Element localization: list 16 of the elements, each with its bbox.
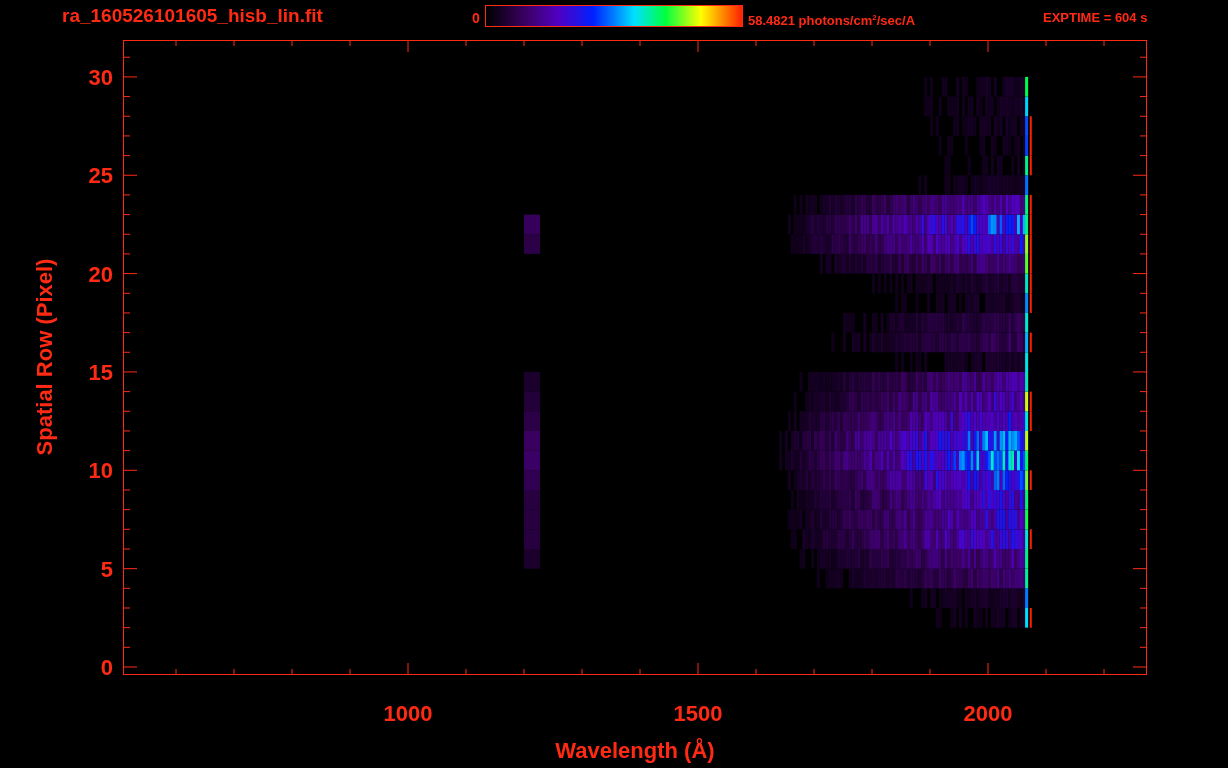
y-tick-label: 20 — [88, 261, 113, 287]
x-tick-label: 1000 — [383, 701, 433, 726]
x-axis-title: Wavelength (Å) — [555, 738, 715, 763]
file-name: ra_160526101605_hisb_lin.fit — [62, 5, 324, 27]
y-tick-label: 15 — [88, 359, 113, 385]
y-axis-title: Spatial Row (Pixel) — [32, 258, 57, 456]
y-tick-label: 30 — [88, 64, 113, 90]
y-tick-label: 10 — [88, 458, 113, 484]
exposure-time: EXPTIME = 604 s — [1043, 9, 1148, 27]
y-tick-label: 25 — [88, 163, 113, 189]
colorbar-min-label: 0 — [472, 9, 481, 28]
x-tick-label: 2000 — [963, 701, 1013, 726]
y-tick-label: 0 — [100, 655, 113, 680]
colorbar-max-label: 58.4821 photons/cm$^{2}$/sec/A — [748, 12, 917, 31]
y-tick-label: 5 — [100, 556, 113, 582]
x-tick-label: 1500 — [673, 701, 723, 726]
